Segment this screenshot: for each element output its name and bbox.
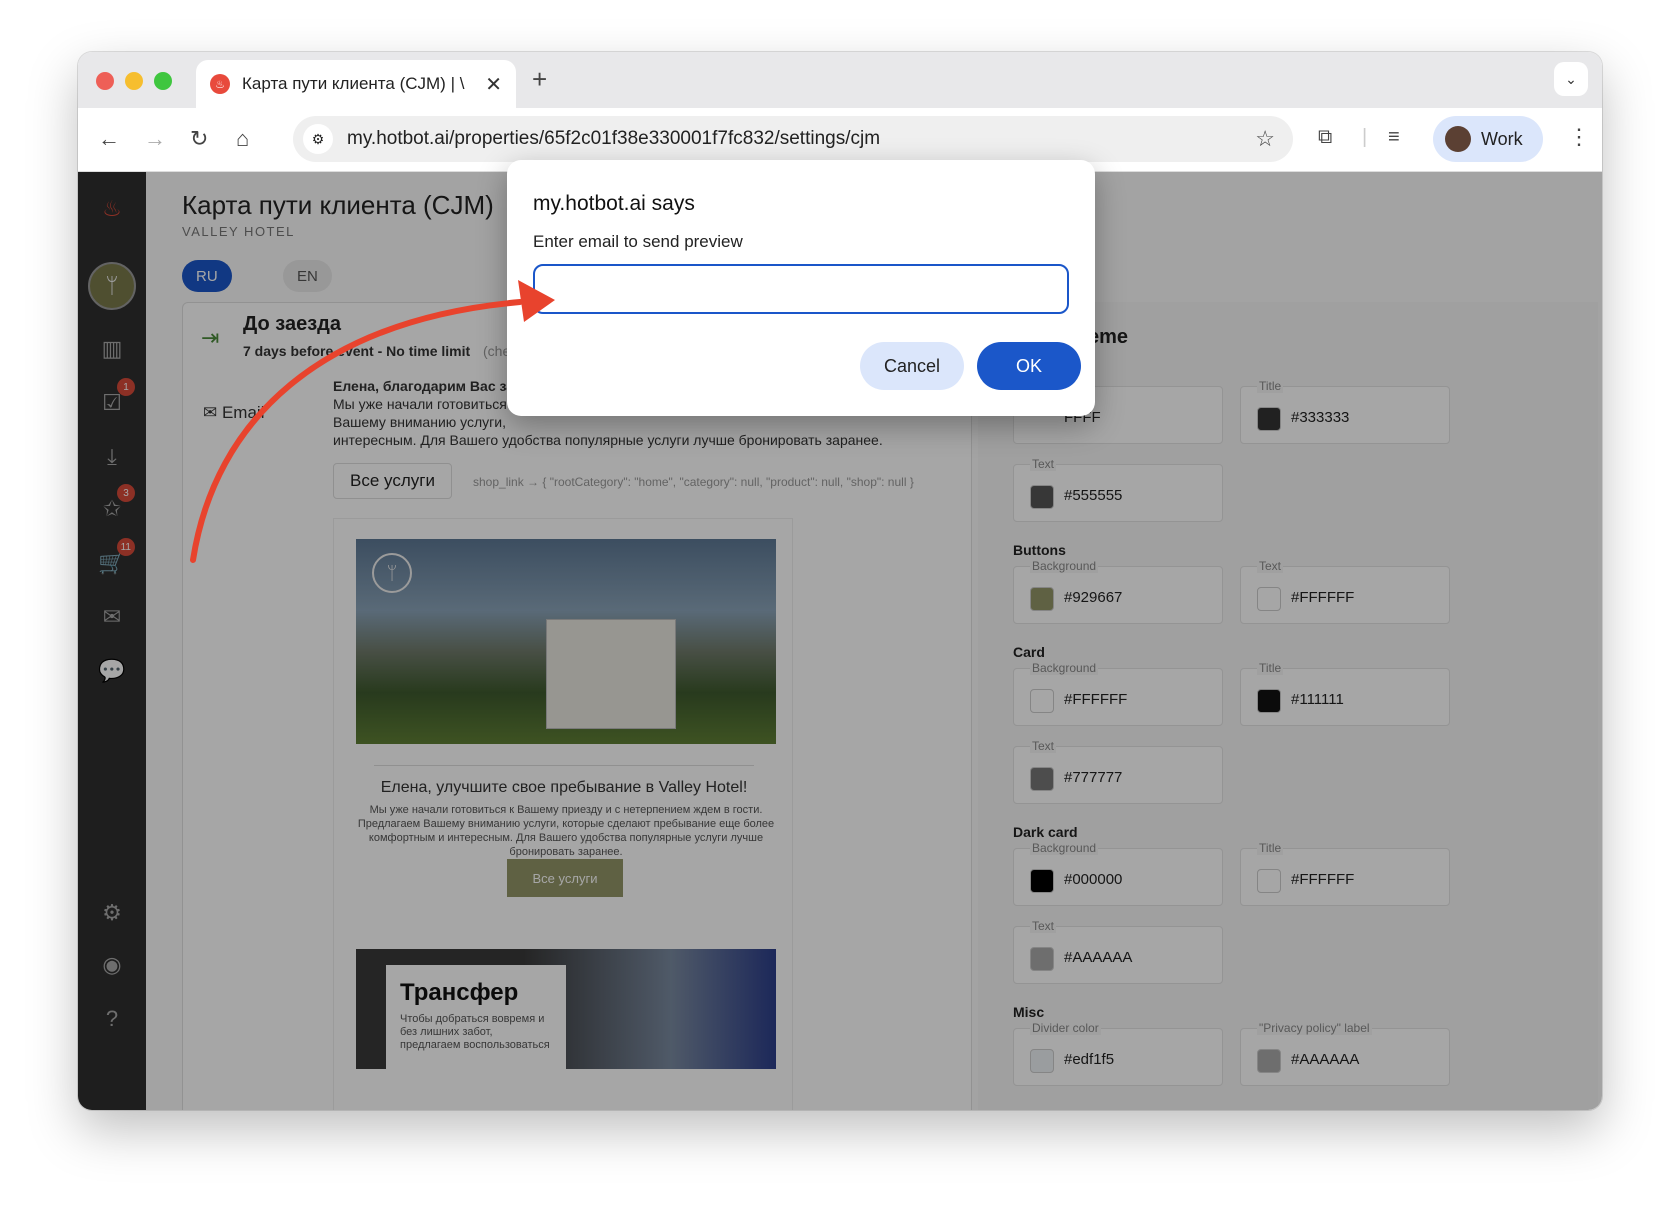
flame-icon: ♨ — [210, 74, 230, 94]
tab-bar: ♨ Карта пути клиента (CJM) | \ ✕ + ⌄ — [78, 52, 1602, 108]
site-settings-icon[interactable]: ⚙ — [303, 124, 333, 154]
cancel-button[interactable]: Cancel — [860, 342, 964, 390]
tab-search-chevron-icon[interactable]: ⌄ — [1554, 62, 1588, 96]
reading-list-icon[interactable]: ≡ — [1388, 126, 1400, 149]
ok-button[interactable]: OK — [977, 342, 1081, 390]
url-text[interactable]: my.hotbot.ai/properties/65f2c01f38e33000… — [347, 128, 1255, 150]
bookmark-star-icon[interactable]: ☆ — [1255, 126, 1275, 152]
maximize-window-button[interactable] — [154, 72, 172, 90]
toolbar-divider: | — [1362, 126, 1368, 148]
reload-icon[interactable]: ↻ — [190, 126, 208, 152]
extensions-puzzle-icon[interactable]: ⧉ — [1318, 126, 1332, 149]
new-tab-button[interactable]: + — [532, 64, 547, 95]
profile-label: Work — [1481, 128, 1523, 149]
avatar — [1445, 126, 1471, 152]
prompt-dialog: my.hotbot.ai says Enter email to send pr… — [507, 160, 1095, 416]
browser-menu-icon[interactable]: ⋮ — [1568, 124, 1590, 150]
forward-arrow-icon[interactable]: → — [144, 126, 166, 152]
back-arrow-icon[interactable]: ← — [98, 126, 120, 152]
email-input[interactable] — [533, 264, 1069, 314]
minimize-window-button[interactable] — [125, 72, 143, 90]
browser-tab[interactable]: ♨ Карта пути клиента (CJM) | \ ✕ — [196, 60, 516, 108]
home-icon[interactable]: ⌂ — [236, 126, 249, 152]
close-tab-icon[interactable]: ✕ — [485, 72, 502, 97]
profile-button[interactable]: Work — [1433, 116, 1543, 162]
dialog-title: my.hotbot.ai says — [533, 192, 695, 215]
close-window-button[interactable] — [96, 72, 114, 90]
tab-title: Карта пути клиента (CJM) | \ — [242, 74, 465, 93]
address-bar[interactable]: ⚙ my.hotbot.ai/properties/65f2c01f38e330… — [293, 116, 1293, 162]
dialog-message: Enter email to send preview — [533, 232, 743, 251]
